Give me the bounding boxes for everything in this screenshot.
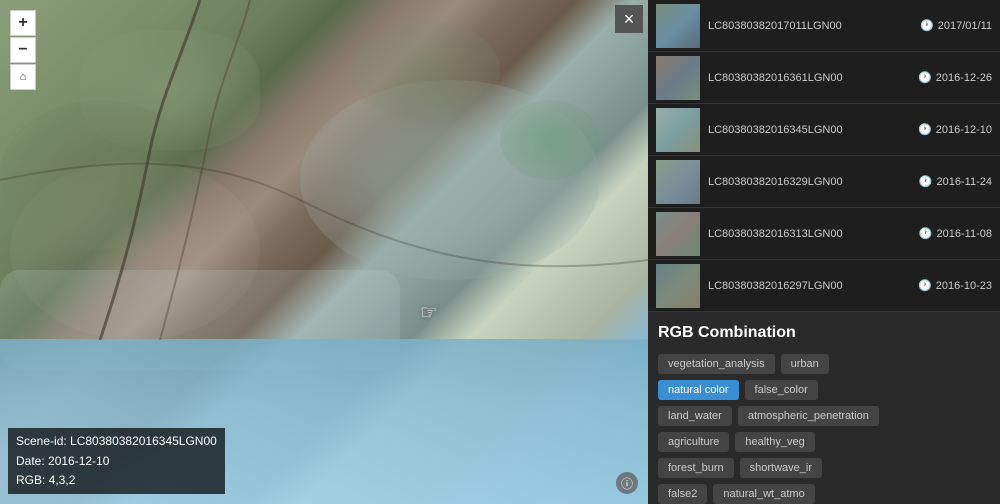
rgb-tag-false_color[interactable]: false_color bbox=[745, 380, 818, 400]
rgb-tag-shortwave_ir[interactable]: shortwave_ir bbox=[740, 458, 822, 478]
image-id-text: LC80380382017011LGN00 bbox=[708, 20, 842, 32]
tag-row: natural color false_color bbox=[658, 380, 990, 400]
rgb-tag-natural_wt_atmo[interactable]: natural_wt_atmo bbox=[713, 484, 814, 504]
image-info: LC80380382016297LGN00 🕐 2016-10-23 bbox=[708, 279, 992, 292]
image-thumbnail bbox=[656, 56, 700, 100]
rgb-tag-forest_burn[interactable]: forest_burn bbox=[658, 458, 734, 478]
tag-container: vegetation_analysis urban natural color fal… bbox=[658, 354, 990, 504]
scene-date-text: Date: 2016-12-10 bbox=[16, 452, 217, 471]
scene-id-text: Scene-id: LC80380382016345LGN00 bbox=[16, 432, 217, 451]
image-list-item[interactable]: LC80380382016313LGN00 🕐 2016-11-08 bbox=[648, 208, 1000, 260]
rgb-tag-agriculture[interactable]: agriculture bbox=[658, 432, 729, 452]
clock-icon: 🕐 bbox=[918, 71, 932, 84]
image-date-container: 🕐 2016-12-26 bbox=[918, 71, 992, 84]
image-thumbnail bbox=[656, 160, 700, 204]
zoom-out-button[interactable]: − bbox=[10, 37, 36, 63]
image-id-text: LC80380382016329LGN00 bbox=[708, 176, 843, 188]
tag-row: false2 natural_wt_atmo bbox=[658, 484, 990, 504]
rgb-tag-vegetation_analysis[interactable]: vegetation_analysis bbox=[658, 354, 775, 374]
image-thumbnail bbox=[656, 264, 700, 308]
image-thumbnail bbox=[656, 108, 700, 152]
image-id-text: LC80380382016361LGN00 bbox=[708, 72, 843, 84]
rgb-tag-healthy_veg[interactable]: healthy_veg bbox=[735, 432, 814, 452]
image-list-item[interactable]: LC80380382016329LGN00 🕐 2016-11-24 bbox=[648, 156, 1000, 208]
clock-icon: 🕐 bbox=[919, 175, 933, 188]
tag-row: agriculture healthy_veg bbox=[658, 432, 990, 452]
clock-icon: 🕐 bbox=[919, 227, 933, 240]
image-id-text: LC80380382016345LGN00 bbox=[708, 124, 843, 136]
image-id-text: LC80380382016297LGN00 bbox=[708, 280, 843, 292]
image-date-container: 🕐 2016-11-08 bbox=[919, 227, 992, 240]
rgb-tag-natural-color[interactable]: natural color bbox=[658, 380, 739, 400]
clock-icon: 🕐 bbox=[918, 279, 932, 292]
image-date-container: 🕐 2017/01/11 bbox=[920, 19, 992, 32]
zoom-in-button[interactable]: + bbox=[10, 10, 36, 36]
clock-icon: 🕐 bbox=[920, 19, 934, 32]
rgb-combination-section: RGB Combination vegetation_analysis urban… bbox=[648, 312, 1000, 504]
rgb-combination-title: RGB Combination bbox=[658, 324, 990, 342]
image-info: LC80380382017011LGN00 🕐 2017/01/11 bbox=[708, 19, 992, 32]
image-list: LC80380382017011LGN00 🕐 2017/01/11 LC803… bbox=[648, 0, 1000, 312]
map-controls: + − ⌂ bbox=[10, 10, 36, 90]
tag-row: land_water atmospheric_penetration bbox=[658, 406, 990, 426]
image-info: LC80380382016313LGN00 🕐 2016-11-08 bbox=[708, 227, 992, 240]
image-date-container: 🕐 2016-12-10 bbox=[918, 123, 992, 136]
tag-row: vegetation_analysis urban bbox=[658, 354, 990, 374]
image-list-item[interactable]: LC80380382016297LGN00 🕐 2016-10-23 bbox=[648, 260, 1000, 312]
image-info: LC80380382016345LGN00 🕐 2016-12-10 bbox=[708, 123, 992, 136]
image-thumbnail bbox=[656, 4, 700, 48]
image-info: LC80380382016361LGN00 🕐 2016-12-26 bbox=[708, 71, 992, 84]
image-list-item[interactable]: LC80380382016361LGN00 🕐 2016-12-26 bbox=[648, 52, 1000, 104]
close-button[interactable]: × bbox=[615, 5, 643, 33]
rgb-tag-false2[interactable]: false2 bbox=[658, 484, 707, 504]
rgb-tag-atmospheric_penetration[interactable]: atmospheric_penetration bbox=[738, 406, 879, 426]
scene-info-overlay: Scene-id: LC80380382016345LGN00 Date: 20… bbox=[8, 428, 225, 494]
image-id-text: LC80380382016313LGN00 bbox=[708, 228, 843, 240]
image-date-text: 2016-10-23 bbox=[936, 280, 992, 292]
image-date-text: 2017/01/11 bbox=[938, 20, 992, 32]
zoom-reset-button[interactable]: ⌂ bbox=[10, 64, 36, 90]
tag-row: forest_burn shortwave_ir bbox=[658, 458, 990, 478]
rgb-tag-land_water[interactable]: land_water bbox=[658, 406, 732, 426]
image-list-item[interactable]: LC80380382017011LGN00 🕐 2017/01/11 bbox=[648, 0, 1000, 52]
map-area[interactable]: + − ⌂ × Scene-id: LC80380382016345LGN00 … bbox=[0, 0, 648, 504]
image-thumbnail bbox=[656, 212, 700, 256]
info-button[interactable]: ⓘ bbox=[616, 472, 638, 494]
image-list-item[interactable]: LC80380382016345LGN00 🕐 2016-12-10 bbox=[648, 104, 1000, 156]
scene-rgb-text: RGB: 4,3,2 bbox=[16, 471, 217, 490]
image-info: LC80380382016329LGN00 🕐 2016-11-24 bbox=[708, 175, 992, 188]
right-panel: LC80380382017011LGN00 🕐 2017/01/11 LC803… bbox=[648, 0, 1000, 504]
rgb-tag-urban[interactable]: urban bbox=[781, 354, 829, 374]
image-date-text: 2016-11-24 bbox=[937, 176, 992, 188]
image-date-container: 🕐 2016-10-23 bbox=[918, 279, 992, 292]
image-date-text: 2016-12-10 bbox=[936, 124, 992, 136]
image-date-text: 2016-11-08 bbox=[937, 228, 992, 240]
image-date-container: 🕐 2016-11-24 bbox=[919, 175, 992, 188]
image-date-text: 2016-12-26 bbox=[936, 72, 992, 84]
clock-icon: 🕐 bbox=[918, 123, 932, 136]
